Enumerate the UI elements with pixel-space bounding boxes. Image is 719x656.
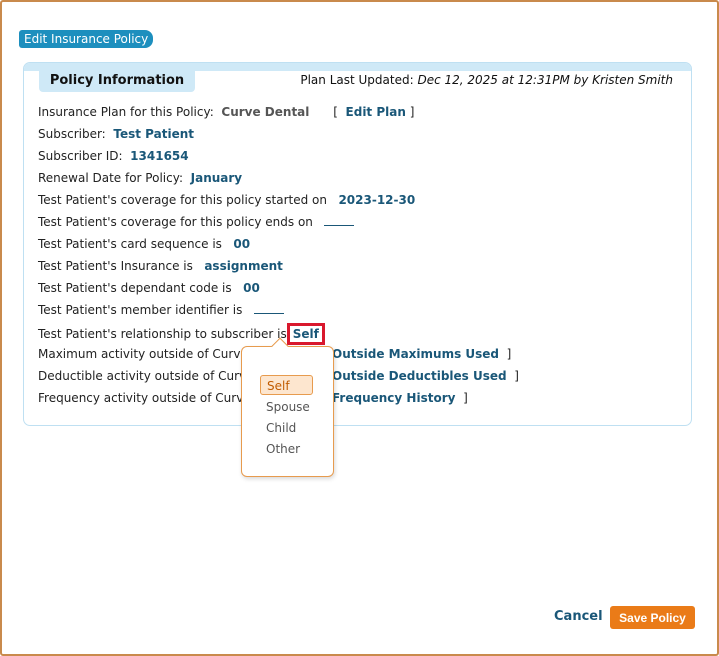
last-updated-label: Plan Last Updated: bbox=[300, 73, 414, 87]
row-maximum-activity-link: Outside Maximums Used ] bbox=[332, 347, 512, 361]
relationship-option-child[interactable]: Child bbox=[260, 418, 313, 438]
last-updated-value: Dec 12, 2025 at 12:31PM by Kristen Smith bbox=[417, 73, 673, 87]
coverage-end-label: Test Patient's coverage for this policy … bbox=[38, 215, 313, 229]
member-id-value-blank[interactable] bbox=[253, 304, 284, 314]
row-subscriber-id: Subscriber ID: 1341654 bbox=[38, 147, 189, 165]
edit-insurance-policy-window: Edit Insurance Policy Policy Information… bbox=[0, 0, 719, 656]
row-deductible-activity-link: Outside Deductibles Used ] bbox=[332, 369, 519, 383]
relationship-label: Test Patient's relationship to subscribe… bbox=[38, 327, 287, 341]
relationship-dropdown: Self Spouse Child Other bbox=[241, 346, 334, 477]
row-deductible-activity: Deductible activity outside of Curve bbox=[38, 367, 254, 385]
renewal-label: Renewal Date for Policy: bbox=[38, 171, 183, 185]
renewal-value[interactable]: January bbox=[191, 171, 243, 185]
row-member-identifier: Test Patient's member identifier is bbox=[38, 301, 284, 319]
row-dependant-code: Test Patient's dependant code is 00 bbox=[38, 279, 260, 297]
card-sequence-value[interactable]: 00 bbox=[233, 237, 250, 251]
relationship-option-spouse[interactable]: Spouse bbox=[260, 397, 313, 417]
frequency-label: Frequency activity outside of Curve I bbox=[38, 391, 259, 405]
plan-last-updated: Plan Last Updated: Dec 12, 2025 at 12:31… bbox=[300, 73, 673, 87]
card-sequence-label: Test Patient's card sequence is bbox=[38, 237, 222, 251]
row-subscriber: Subscriber: Test Patient bbox=[38, 125, 194, 143]
coverage-end-value-blank[interactable] bbox=[324, 216, 355, 226]
relationship-option-other[interactable]: Other bbox=[260, 439, 313, 459]
insurance-value[interactable]: assignment bbox=[204, 259, 283, 273]
subscriber-value[interactable]: Test Patient bbox=[113, 127, 194, 141]
row-coverage-start: Test Patient's coverage for this policy … bbox=[38, 191, 415, 209]
member-id-label: Test Patient's member identifier is bbox=[38, 303, 243, 317]
dependant-label: Test Patient's dependant code is bbox=[38, 281, 232, 295]
row-card-sequence: Test Patient's card sequence is 00 bbox=[38, 235, 250, 253]
save-policy-button[interactable]: Save Policy bbox=[610, 606, 695, 629]
relationship-option-self[interactable]: Self bbox=[260, 375, 313, 395]
tab-policy-information: Policy Information bbox=[39, 70, 195, 92]
cancel-button[interactable]: Cancel bbox=[554, 608, 603, 626]
edit-plan-link[interactable]: Edit Plan bbox=[346, 105, 406, 119]
subscriber-id-label: Subscriber ID: bbox=[38, 149, 123, 163]
frequency-history-link[interactable]: Frequency History bbox=[332, 391, 455, 405]
subscriber-label: Subscriber: bbox=[38, 127, 106, 141]
window-title: Edit Insurance Policy bbox=[19, 30, 154, 48]
insurance-label: Test Patient's Insurance is bbox=[38, 259, 193, 273]
row-renewal-date: Renewal Date for Policy: January bbox=[38, 169, 242, 187]
row-maximum-activity: Maximum activity outside of Curve H bbox=[38, 345, 261, 363]
dependant-value[interactable]: 00 bbox=[243, 281, 260, 295]
relationship-selector[interactable]: Self bbox=[286, 323, 325, 345]
row-frequency-activity: Frequency activity outside of Curve I bbox=[38, 389, 258, 407]
outside-deductibles-used-link[interactable]: Outside Deductibles Used bbox=[332, 369, 507, 383]
row-coverage-end: Test Patient's coverage for this policy … bbox=[38, 213, 355, 231]
coverage-start-label: Test Patient's coverage for this policy … bbox=[38, 193, 327, 207]
subscriber-id-value[interactable]: 1341654 bbox=[130, 149, 188, 163]
row-frequency-activity-link: Frequency History ] bbox=[332, 391, 468, 405]
row-insurance-type: Test Patient's Insurance is assignment bbox=[38, 257, 283, 275]
plan-label: Insurance Plan for this Policy: bbox=[38, 105, 214, 119]
max-activity-label: Maximum activity outside of Curve H bbox=[38, 347, 261, 361]
outside-maximums-used-link[interactable]: Outside Maximums Used bbox=[332, 347, 499, 361]
deductible-label: Deductible activity outside of Curve bbox=[38, 369, 254, 383]
coverage-start-value[interactable]: 2023-12-30 bbox=[338, 193, 415, 207]
row-insurance-plan: Insurance Plan for this Policy: Curve De… bbox=[38, 105, 415, 119]
plan-value: Curve Dental bbox=[221, 105, 310, 119]
